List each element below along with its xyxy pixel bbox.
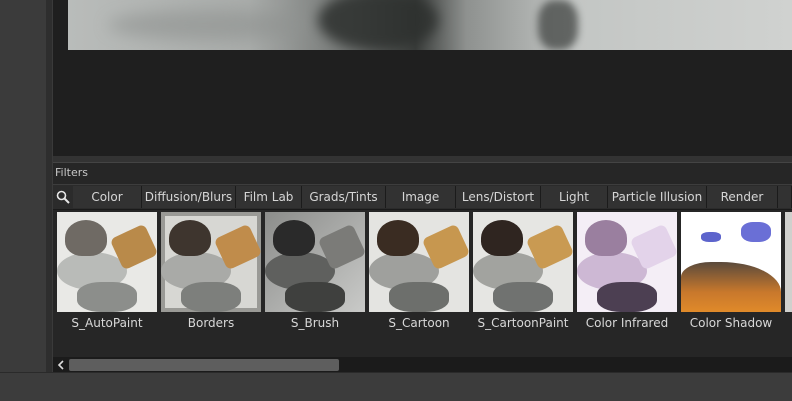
search-icon xyxy=(56,190,70,204)
filter-preview-image xyxy=(57,212,157,312)
panel-splitter[interactable] xyxy=(46,0,52,372)
search-button[interactable] xyxy=(53,185,73,209)
thumbnails-scrollbar[interactable] xyxy=(53,357,792,373)
tab-image[interactable]: Image xyxy=(386,186,456,208)
filter-preview-image xyxy=(577,212,677,312)
filter-label: Color Shadow xyxy=(689,316,773,330)
tab-particle-illusion[interactable]: Particle Illusion xyxy=(608,186,707,208)
filter-label: S_Cartoon xyxy=(388,316,450,330)
filter-thumbnail[interactable]: Borders xyxy=(161,212,261,330)
tab-diffusion-blurs[interactable]: Diffusion/Blurs xyxy=(142,186,236,208)
chevron-left-icon xyxy=(57,360,64,370)
tab-lens-distort[interactable]: Lens/Distort xyxy=(456,186,541,208)
filter-label: Borders xyxy=(187,316,235,330)
filter-thumbnail[interactable]: Color Shadow xyxy=(681,212,781,330)
filter-thumbnail[interactable]: S_AutoPaint xyxy=(57,212,157,330)
filter-preview-image xyxy=(473,212,573,312)
tab-color[interactable]: Color xyxy=(73,186,142,208)
filter-preview-image xyxy=(785,212,792,312)
filter-thumbnail[interactable]: Color Infrared xyxy=(577,212,677,330)
filter-preview-image xyxy=(265,212,365,312)
filter-preview-image xyxy=(681,212,781,312)
filter-thumbnail[interactable]: S_Cartoon xyxy=(369,212,469,330)
filter-label: S_Brush xyxy=(290,316,340,330)
tab-render[interactable]: Render xyxy=(707,186,778,208)
scroll-left-button[interactable] xyxy=(53,357,69,373)
filter-thumbnail[interactable] xyxy=(785,212,792,312)
tab-grads-tints[interactable]: Grads/Tints xyxy=(302,186,386,208)
scrollbar-thumb[interactable] xyxy=(69,359,339,371)
status-bar xyxy=(0,372,792,401)
filter-preview-image xyxy=(369,212,469,312)
filter-category-tabs: Color Diffusion/Blurs Film Lab Grads/Tin… xyxy=(53,184,792,210)
tab-overflow[interactable] xyxy=(778,186,792,208)
filter-thumbnail[interactable]: S_CartoonPaint xyxy=(473,212,573,330)
filters-panel-title: Filters xyxy=(55,166,88,179)
preview-image xyxy=(68,0,792,50)
filter-label: S_CartoonPaint xyxy=(477,316,569,330)
left-side-panel xyxy=(0,0,47,372)
filters-panel: Filters Color Diffusion/Blurs Film Lab G… xyxy=(53,162,792,373)
filter-thumbnail[interactable]: S_Brush xyxy=(265,212,365,330)
tab-film-lab[interactable]: Film Lab xyxy=(236,186,302,208)
filter-thumbnails: S_AutoPaint Borders S_Brush S_Cartoon S_… xyxy=(53,209,792,357)
filter-label: S_AutoPaint xyxy=(71,316,143,330)
preview-viewer xyxy=(53,0,792,156)
filter-preview-image xyxy=(161,212,261,312)
filter-label: Color Infrared xyxy=(585,316,669,330)
tab-light[interactable]: Light xyxy=(541,186,608,208)
